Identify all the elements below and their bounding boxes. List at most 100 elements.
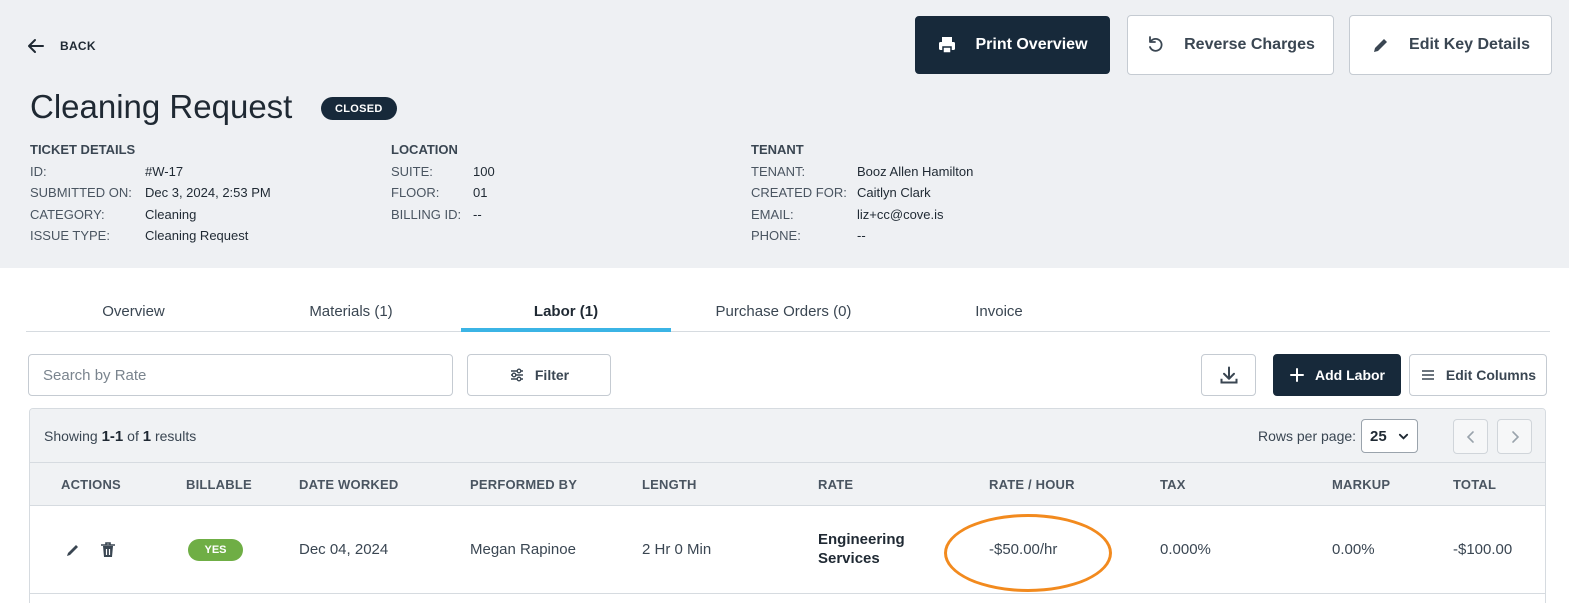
submitted-value: Dec 3, 2024, 2:53 PM	[145, 185, 271, 200]
col-billable: BILLABLE	[186, 477, 252, 492]
suite-label: SUITE:	[391, 164, 433, 179]
filter-label: Filter	[534, 367, 570, 383]
col-date-worked[interactable]: DATE WORKED	[299, 477, 398, 492]
sliders-icon	[510, 368, 523, 382]
tax-cell: 0.000%	[1160, 541, 1211, 558]
category-value: Cleaning	[145, 207, 197, 222]
print-overview-button[interactable]: Print Overview	[915, 16, 1110, 74]
chevron-left-icon	[1466, 430, 1474, 443]
labor-table: Showing 1-1 of 1 results Rows per page: …	[29, 408, 1546, 603]
col-markup[interactable]: MARKUP	[1332, 477, 1390, 492]
add-labor-label: Add Labor	[1315, 367, 1385, 383]
issue-type-value: Cleaning Request	[145, 228, 249, 243]
suite-value: 100	[473, 164, 495, 179]
rate-line-1: Engineering	[818, 531, 905, 548]
showing-prefix: Showing	[44, 428, 98, 444]
chevron-right-icon	[1511, 430, 1519, 443]
back-link[interactable]: BACK	[26, 36, 96, 56]
plus-icon	[1290, 368, 1304, 382]
tab-purchase-orders[interactable]: Purchase Orders (0)	[671, 294, 896, 332]
col-rate-hour[interactable]: RATE / HOUR	[989, 477, 1075, 492]
billing-id-value: --	[473, 207, 482, 222]
rate-cell: Engineering Services	[818, 530, 905, 568]
created-for-value: Caitlyn Clark	[857, 185, 931, 200]
location-heading: LOCATION	[391, 142, 458, 157]
tab-overview[interactable]: Overview	[26, 294, 241, 332]
delete-row-button[interactable]	[98, 540, 118, 560]
edit-columns-label: Edit Columns	[1445, 367, 1537, 383]
id-label: ID:	[30, 164, 47, 179]
performed-by-cell: Megan Rapinoe	[470, 541, 576, 558]
edit-key-details-label: Edit Key Details	[1409, 36, 1530, 53]
filter-button[interactable]: Filter	[467, 354, 611, 396]
showing-suffix: results	[154, 428, 197, 444]
print-overview-label: Print Overview	[975, 36, 1088, 53]
col-actions: ACTIONS	[61, 477, 121, 492]
rows-per-page-value: 25	[1370, 427, 1387, 445]
download-icon	[1220, 366, 1237, 384]
submitted-label: SUBMITTED ON:	[30, 185, 132, 200]
status-badge: CLOSED	[321, 97, 397, 120]
next-page-button[interactable]	[1497, 419, 1532, 454]
printer-icon	[939, 37, 956, 54]
tab-labor[interactable]: Labor (1)	[461, 294, 671, 332]
undo-icon	[1149, 36, 1163, 52]
ticket-details-heading: TICKET DETAILS	[30, 142, 136, 157]
showing-total: 1	[142, 428, 152, 445]
arrow-left-icon	[28, 39, 44, 53]
tenant-label: TENANT:	[751, 164, 806, 179]
length-cell: 2 Hr 0 Min	[642, 541, 712, 558]
col-rate[interactable]: RATE	[818, 477, 853, 492]
phone-value: --	[857, 228, 866, 243]
col-total[interactable]: TOTAL	[1453, 477, 1496, 492]
date-worked-cell: Dec 04, 2024	[299, 541, 389, 558]
table-row: YES Dec 04, 2024 Megan Rapinoe 2 Hr 0 Mi…	[30, 506, 1545, 594]
chevron-down-icon	[1398, 433, 1409, 440]
reverse-charges-label: Reverse Charges	[1184, 36, 1315, 53]
email-value: liz+cc@cove.is	[857, 207, 944, 222]
col-length[interactable]: LENGTH	[642, 477, 697, 492]
category-label: CATEGORY:	[30, 207, 105, 222]
tab-materials[interactable]: Materials (1)	[241, 294, 461, 332]
search-input[interactable]	[28, 354, 453, 396]
floor-label: FLOOR:	[391, 185, 440, 200]
markup-cell: 0.00%	[1332, 541, 1375, 558]
rate-line-2: Services	[818, 550, 880, 567]
phone-label: PHONE:	[751, 228, 801, 243]
id-value: #W-17	[145, 164, 184, 179]
back-label: BACK	[60, 39, 96, 53]
page-title: Cleaning Request	[30, 88, 293, 125]
list-icon	[1421, 370, 1434, 380]
tab-bar: Overview Materials (1) Labor (1) Purchas…	[26, 294, 1550, 332]
trash-icon	[101, 542, 115, 557]
floor-value: 01	[473, 185, 488, 200]
prev-page-button[interactable]	[1453, 419, 1488, 454]
tenant-value: Booz Allen Hamilton	[857, 164, 974, 179]
created-for-label: CREATED FOR:	[751, 185, 847, 200]
results-summary: Showing 1-1 of 1 results	[44, 428, 196, 445]
add-labor-button[interactable]: Add Labor	[1273, 354, 1401, 396]
table-toolbar: Showing 1-1 of 1 results Rows per page: …	[30, 409, 1545, 463]
rows-per-page-select[interactable]: 25	[1361, 419, 1418, 453]
reverse-charges-button[interactable]: Reverse Charges	[1127, 15, 1334, 75]
pencil-icon	[67, 545, 78, 556]
billable-badge: YES	[188, 539, 243, 561]
edit-columns-button[interactable]: Edit Columns	[1409, 354, 1547, 396]
showing-range: 1-1	[101, 428, 124, 445]
email-label: EMAIL:	[751, 207, 794, 222]
edit-key-details-button[interactable]: Edit Key Details	[1349, 15, 1552, 75]
highlight-annotation	[944, 514, 1112, 592]
tenant-heading: TENANT	[751, 142, 804, 157]
table-header: ACTIONS BILLABLE DATE WORKED PERFORMED B…	[30, 463, 1545, 506]
download-button[interactable]	[1201, 354, 1256, 396]
pencil-icon	[1374, 39, 1388, 52]
col-tax[interactable]: TAX	[1160, 477, 1186, 492]
rows-per-page-label: Rows per page:	[1258, 428, 1357, 444]
billing-id-label: BILLING ID:	[391, 207, 462, 222]
showing-of: of	[127, 428, 139, 444]
tab-invoice[interactable]: Invoice	[896, 294, 1102, 332]
edit-row-button[interactable]	[63, 540, 83, 560]
col-performed-by[interactable]: PERFORMED BY	[470, 477, 577, 492]
total-cell: -$100.00	[1453, 541, 1513, 558]
issue-type-label: ISSUE TYPE:	[30, 228, 110, 243]
